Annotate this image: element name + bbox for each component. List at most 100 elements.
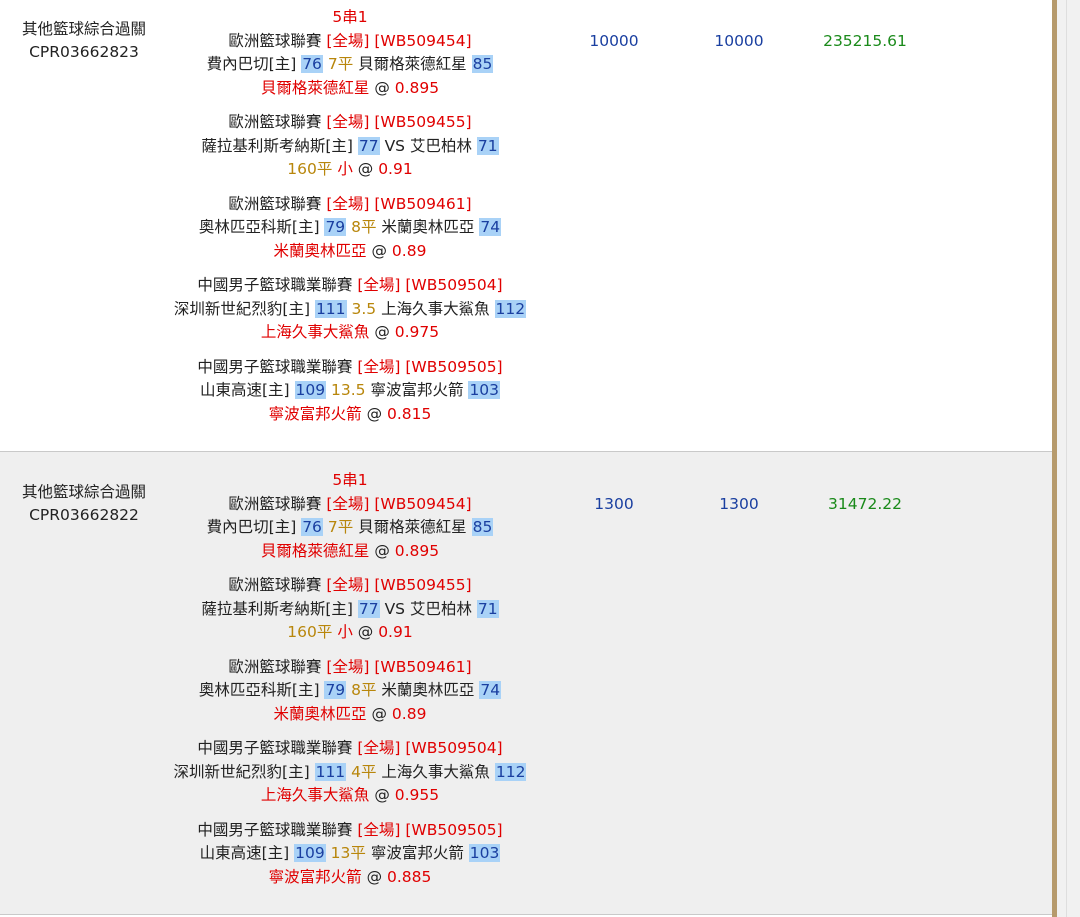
leg-teams-line: 薩拉基利斯考納斯[主] 77 VS 艾巴柏林 71 bbox=[170, 598, 530, 622]
odds: 0.91 bbox=[378, 623, 413, 641]
bet-leg: 歐洲籃球聯賽 [全場] [WB509455] 薩拉基利斯考納斯[主] 77 VS … bbox=[170, 111, 530, 182]
handicap: 7平 bbox=[327, 55, 354, 73]
leg-teams-line: 山東高速[主] 109 13.5 寧波富邦火箭 103 bbox=[170, 379, 530, 403]
league-name: 歐洲籃球聯賽 bbox=[228, 576, 322, 594]
league-name: 中國男子籃球職業聯賽 bbox=[197, 739, 353, 757]
leg-pick-line: 貝爾格萊德紅星 @ 0.895 bbox=[170, 540, 530, 564]
pick-selection: 寧波富邦火箭 bbox=[268, 404, 362, 423]
away-team: 寧波富邦火箭 bbox=[370, 381, 464, 399]
home-score: 76 bbox=[301, 518, 323, 536]
bet-leg: 中國男子籃球職業聯賽 [全場] [WB509504] 深圳新世紀烈豹[主] 111… bbox=[170, 274, 530, 345]
period-tag: [全場] bbox=[326, 31, 370, 50]
stake-amount: 10000 bbox=[589, 32, 639, 50]
leg-pick-line: 貝爾格萊德紅星 @ 0.895 bbox=[170, 77, 530, 101]
bet-details-cell: 5串1 歐洲籃球聯賽 [全場] [WB509454] 費內巴切[主] 76 7平 … bbox=[170, 6, 530, 426]
leg-league-line: 歐洲籃球聯賽 [全場] [WB509455] bbox=[170, 574, 530, 598]
bet-leg: 中國男子籃球職業聯賽 [全場] [WB509505] 山東高速[主] 109 13… bbox=[170, 356, 530, 427]
vs-label: VS bbox=[384, 136, 406, 155]
bet-leg: 中國男子籃球職業聯賽 [全場] [WB509505] 山東高速[主] 109 13… bbox=[170, 819, 530, 890]
league-name: 中國男子籃球職業聯賽 bbox=[197, 276, 353, 294]
odds: 0.895 bbox=[394, 78, 440, 97]
bet-leg: 歐洲籃球聯賽 [全場] [WB509454] 費內巴切[主] 76 7平 貝爾格萊… bbox=[170, 493, 530, 564]
combo-type: 5串1 bbox=[332, 471, 368, 489]
combo-type: 5串1 bbox=[332, 8, 368, 26]
odds-prefix: @ bbox=[369, 541, 395, 560]
away-score: 103 bbox=[468, 381, 501, 399]
odds-prefix: @ bbox=[366, 704, 392, 723]
payout-amount: 31472.22 bbox=[828, 495, 902, 513]
bet-row[interactable]: 其他籃球綜合過關 CPR03662822 5串1 歐洲籃球聯賽 [全場] [WB… bbox=[0, 452, 1052, 915]
leg-teams-line: 薩拉基利斯考納斯[主] 77 VS 艾巴柏林 71 bbox=[170, 135, 530, 159]
leg-league-line: 歐洲籃球聯賽 [全場] [WB509461] bbox=[170, 656, 530, 680]
valid-amount: 1300 bbox=[719, 495, 759, 513]
bet-row[interactable]: 其他籃球綜合過關 CPR03662823 5串1 歐洲籃球聯賽 [全場] [WB… bbox=[0, 0, 1052, 452]
leg-league-line: 歐洲籃球聯賽 [全場] [WB509454] bbox=[170, 30, 530, 54]
scrollbar-border bbox=[1052, 0, 1057, 917]
period-tag: [全場] bbox=[357, 276, 401, 294]
handicap: 13.5 bbox=[331, 381, 366, 399]
valid-amount: 10000 bbox=[714, 32, 764, 50]
bet-leg: 歐洲籃球聯賽 [全場] [WB509455] 薩拉基利斯考納斯[主] 77 VS … bbox=[170, 574, 530, 645]
leg-league-line: 歐洲籃球聯賽 [全場] [WB509454] bbox=[170, 493, 530, 517]
home-score: 109 bbox=[294, 844, 326, 862]
leg-teams-line: 奧林匹亞科斯[主] 79 8平 米蘭奧林匹亞 74 bbox=[170, 679, 530, 703]
period-tag: [全場] bbox=[357, 820, 401, 839]
away-team: 艾巴柏林 bbox=[409, 136, 472, 155]
away-score: 74 bbox=[479, 681, 502, 699]
leg-league-line: 歐洲籃球聯賽 [全場] [WB509455] bbox=[170, 111, 530, 135]
odds-prefix: @ bbox=[352, 623, 379, 641]
odds: 0.975 bbox=[394, 323, 440, 341]
bet-id: CPR03662823 bbox=[29, 43, 139, 61]
legs-list: 歐洲籃球聯賽 [全場] [WB509454] 費內巴切[主] 76 7平 貝爾格萊… bbox=[170, 493, 530, 890]
leg-teams-line: 費內巴切[主] 76 7平 貝爾格萊德紅星 85 bbox=[170, 53, 530, 77]
pick-selection: 160平 bbox=[287, 623, 333, 641]
period-tag: [全場] bbox=[326, 194, 370, 213]
period-tag: [全場] bbox=[326, 113, 370, 131]
away-score: 112 bbox=[494, 299, 527, 318]
bet-leg: 歐洲籃球聯賽 [全場] [WB509454] 費內巴切[主] 76 7平 貝爾格萊… bbox=[170, 30, 530, 101]
period-tag: [全場] bbox=[326, 576, 370, 594]
scrollbar-edge bbox=[1066, 0, 1067, 917]
away-team: 米蘭奧林匹亞 bbox=[381, 681, 475, 699]
handicap: 8平 bbox=[351, 681, 377, 699]
match-code: [WB509454] bbox=[374, 31, 472, 50]
leg-pick-line: 上海久事大鯊魚 @ 0.975 bbox=[170, 321, 530, 345]
odds: 0.89 bbox=[391, 241, 427, 260]
pick-selection: 160平 bbox=[287, 160, 333, 178]
leg-teams-line: 山東高速[主] 109 13平 寧波富邦火箭 103 bbox=[170, 842, 530, 866]
home-team: 深圳新世紀烈豹[主] bbox=[173, 299, 310, 318]
away-team: 米蘭奧林匹亞 bbox=[381, 218, 475, 236]
odds-prefix: @ bbox=[369, 786, 395, 804]
match-code: [WB509505] bbox=[405, 820, 503, 839]
away-score: 85 bbox=[471, 55, 494, 73]
leg-pick-line: 160平 小 @ 0.91 bbox=[170, 158, 530, 182]
odds: 0.91 bbox=[378, 160, 413, 178]
bet-type-cell: 其他籃球綜合過關 CPR03662822 bbox=[14, 481, 154, 527]
home-team: 費內巴切[主] bbox=[206, 55, 297, 73]
odds-prefix: @ bbox=[366, 241, 392, 260]
league-name: 歐洲籃球聯賽 bbox=[228, 113, 322, 131]
odds-prefix: @ bbox=[352, 160, 379, 178]
home-team: 山東高速[主] bbox=[199, 844, 290, 862]
pick-side: 小 bbox=[337, 623, 353, 641]
handicap: 4平 bbox=[351, 762, 377, 781]
leg-league-line: 中國男子籃球職業聯賽 [全場] [WB509505] bbox=[170, 356, 530, 380]
odds-prefix: @ bbox=[369, 323, 395, 341]
away-score: 112 bbox=[494, 762, 527, 781]
league-name: 歐洲籃球聯賽 bbox=[228, 657, 322, 676]
bet-leg: 歐洲籃球聯賽 [全場] [WB509461] 奧林匹亞科斯[主] 79 8平 米蘭… bbox=[170, 193, 530, 264]
away-score: 71 bbox=[476, 136, 499, 155]
home-team: 奧林匹亞科斯[主] bbox=[198, 681, 320, 699]
match-code: [WB509505] bbox=[405, 357, 503, 376]
bet-details-cell: 5串1 歐洲籃球聯賽 [全場] [WB509454] 費內巴切[主] 76 7平 … bbox=[170, 469, 530, 889]
bet-type-label: 其他籃球綜合過關 bbox=[21, 483, 146, 501]
pick-selection: 貝爾格萊德紅星 bbox=[260, 541, 370, 560]
away-score: 71 bbox=[476, 599, 499, 618]
legs-list: 歐洲籃球聯賽 [全場] [WB509454] 費內巴切[主] 76 7平 貝爾格萊… bbox=[170, 30, 530, 427]
match-code: [WB509454] bbox=[374, 494, 472, 513]
handicap: 7平 bbox=[327, 518, 354, 536]
odds: 0.815 bbox=[387, 404, 432, 423]
leg-pick-line: 160平 小 @ 0.91 bbox=[170, 621, 530, 645]
period-tag: [全場] bbox=[326, 657, 370, 676]
league-name: 歐洲籃球聯賽 bbox=[228, 194, 322, 213]
